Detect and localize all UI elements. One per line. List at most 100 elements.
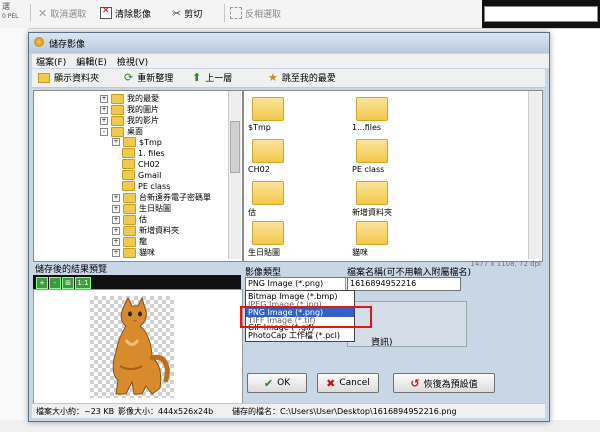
tree-scroll-thumb[interactable] — [230, 121, 240, 173]
format-option-pcl[interactable]: PhotoCap 工作檔 (*.pcl) — [246, 331, 354, 340]
tree-item[interactable]: + 我的最愛 — [100, 93, 159, 104]
invert-select-button[interactable]: 反相選取 — [230, 5, 281, 21]
file-item[interactable]: $Tmp — [248, 95, 340, 135]
file-item[interactable]: 1...files — [352, 95, 444, 135]
folder-icon — [111, 115, 124, 126]
folder-icon — [123, 192, 136, 203]
folder-icon — [356, 221, 388, 245]
deselect-label: 取消選取 — [50, 9, 87, 20]
refresh-label: 重新整理 — [137, 74, 174, 84]
tree-item[interactable]: PE class — [122, 181, 170, 191]
tree-item[interactable]: + 我的圖片 — [100, 104, 159, 115]
dialog-titlebar[interactable]: 儲存影像 — [29, 33, 549, 53]
app-left-sidebar — [0, 28, 29, 432]
favorites-icon: ★ — [268, 71, 278, 84]
cancel-button[interactable]: ✖ Cancel — [317, 373, 379, 393]
cut-button[interactable]: ✂ 剪切 — [172, 5, 202, 21]
scissors-icon: ✂ — [172, 6, 182, 20]
file-size-text: 檔案大小約：~23 KB — [36, 407, 115, 416]
folder-icon — [122, 181, 135, 191]
folder-icon — [123, 247, 136, 258]
show-folders-label: 顯示資料夾 — [54, 74, 100, 84]
zoom-in-icon[interactable]: + — [36, 277, 48, 289]
tree-item-desktop[interactable]: - 桌面 — [100, 126, 143, 137]
refresh-icon: ⟳ — [124, 71, 134, 84]
folder-icon — [111, 93, 124, 104]
up-one-level-label: 上一層 — [205, 74, 233, 84]
file-view[interactable]: $Tmp 1...files CH02 PE class 估 新增資料夾 生日貼… — [243, 90, 543, 262]
image-type-select[interactable]: PNG Image (*.png) ▼ — [245, 277, 357, 291]
tree-item[interactable]: + 龍 — [112, 236, 147, 247]
deselect-button[interactable]: ✕ 取消選取 — [38, 5, 86, 21]
folder-icon — [123, 225, 136, 236]
tree-item[interactable]: + 生日貼圖 — [112, 203, 171, 214]
file-item[interactable]: PE class — [352, 137, 444, 177]
folder-icon — [252, 139, 284, 163]
ok-label: OK — [277, 378, 291, 388]
file-item[interactable]: 生日貼圖 — [248, 219, 340, 259]
actual-size-icon[interactable]: 1:1 — [75, 277, 91, 289]
tree-item[interactable]: Gmail — [122, 170, 161, 180]
invert-select-icon — [230, 7, 242, 19]
image-size-text: 影像大小：444x526x24b — [118, 407, 214, 416]
tree-item[interactable]: CH02 — [122, 159, 160, 169]
refresh-button[interactable]: ⟳ 重新整理 — [124, 71, 173, 84]
tree-item[interactable]: + $Tmp — [112, 137, 162, 147]
reset-default-button[interactable]: ↺ 恢復為預設值 — [393, 373, 495, 393]
save-path-text: 儲存的檔名：C:\Users\User\Desktop\161689495221… — [232, 407, 457, 416]
tree-item[interactable]: + 估 — [112, 214, 147, 225]
folder-icon — [123, 214, 136, 225]
cat-image — [112, 296, 170, 395]
tree-scrollbar[interactable] — [228, 91, 241, 259]
tree-item[interactable]: + 新增資料夾 — [112, 225, 179, 236]
folder-icon — [122, 170, 135, 180]
tree-item[interactable]: + 我的影片 — [100, 115, 159, 126]
zoom-out-icon[interactable]: - — [49, 277, 61, 289]
folder-icon — [252, 181, 284, 205]
ok-button[interactable]: ✔ OK — [247, 373, 307, 393]
fit-window-icon[interactable]: ⊞ — [62, 277, 74, 289]
close-icon: ✖ — [326, 376, 336, 390]
dialog-title: 儲存影像 — [49, 40, 86, 50]
file-item[interactable]: 新增資料夾 — [352, 179, 444, 219]
dialog-toolbar: 顯示資料夾 ⟳ 重新整理 ⬆ 上一層 ★ 跳至我的最愛 — [32, 69, 545, 88]
file-view-scrollbar[interactable] — [528, 91, 541, 259]
menu-view[interactable]: 檢視(V) — [117, 55, 148, 68]
tree-item[interactable]: 1. files — [122, 148, 165, 158]
folder-icon — [252, 97, 284, 121]
go-to-favorites-button[interactable]: ★ 跳至我的最愛 — [268, 71, 336, 84]
folder-tree-icon — [38, 72, 50, 83]
reset-icon: ↺ — [410, 376, 420, 390]
folder-icon — [123, 203, 136, 214]
toolbar-mode-label: 選 — [2, 2, 10, 11]
up-one-level-button[interactable]: ⬆ 上一層 — [192, 71, 232, 84]
clear-image-icon: ✕ — [100, 6, 112, 19]
clear-image-button[interactable]: ✕ 清除影像 — [100, 5, 151, 21]
folder-tree[interactable]: + 我的最愛 + 我的圖片 + 我的影片 - 桌面 + $Tmp 1. files CH0… — [33, 90, 243, 262]
highlight-annotation — [240, 306, 372, 328]
show-folders-button[interactable]: 顯示資料夾 — [38, 71, 99, 84]
reset-default-label: 恢復為預設值 — [423, 379, 478, 390]
cut-label: 剪切 — [184, 9, 203, 20]
save-image-dialog: 儲存影像 檔案(F) 編輯(E) 檢視(V) 顯示資料夾 ⟳ 重新整理 ⬆ 上一… — [28, 32, 550, 422]
tree-item[interactable]: + 貓咪 — [112, 247, 155, 258]
preview-area — [33, 289, 243, 404]
file-item[interactable]: 估 — [248, 179, 340, 219]
up-arrow-icon: ⬆ — [192, 71, 202, 84]
folder-icon — [356, 181, 388, 205]
invert-select-label: 反相選取 — [245, 9, 282, 20]
menu-edit[interactable]: 編輯(E) — [76, 55, 107, 68]
menu-file[interactable]: 檔案(F) — [36, 55, 66, 68]
folder-icon — [252, 221, 284, 245]
folder-icon — [356, 139, 388, 163]
file-item[interactable]: CH02 — [248, 137, 340, 177]
dialog-menubar: 檔案(F) 編輯(E) 檢視(V) — [32, 54, 549, 68]
dialog-statusbar: 檔案大小約：~23 KB 影像大小：444x526x24b 儲存的檔名：C:\U… — [32, 403, 545, 418]
preview-toolbar: + - ⊞ 1:1 — [33, 275, 241, 289]
image-type-selected: PNG Image (*.png) — [248, 279, 324, 288]
file-item[interactable]: 貓咪 — [352, 219, 444, 259]
filename-input[interactable]: 1616894952216 — [347, 277, 461, 291]
tree-item[interactable]: + 台新遠券電子密碼單 — [112, 192, 211, 203]
cancel-label: Cancel — [339, 378, 370, 388]
transparency-checkerboard — [90, 296, 174, 398]
